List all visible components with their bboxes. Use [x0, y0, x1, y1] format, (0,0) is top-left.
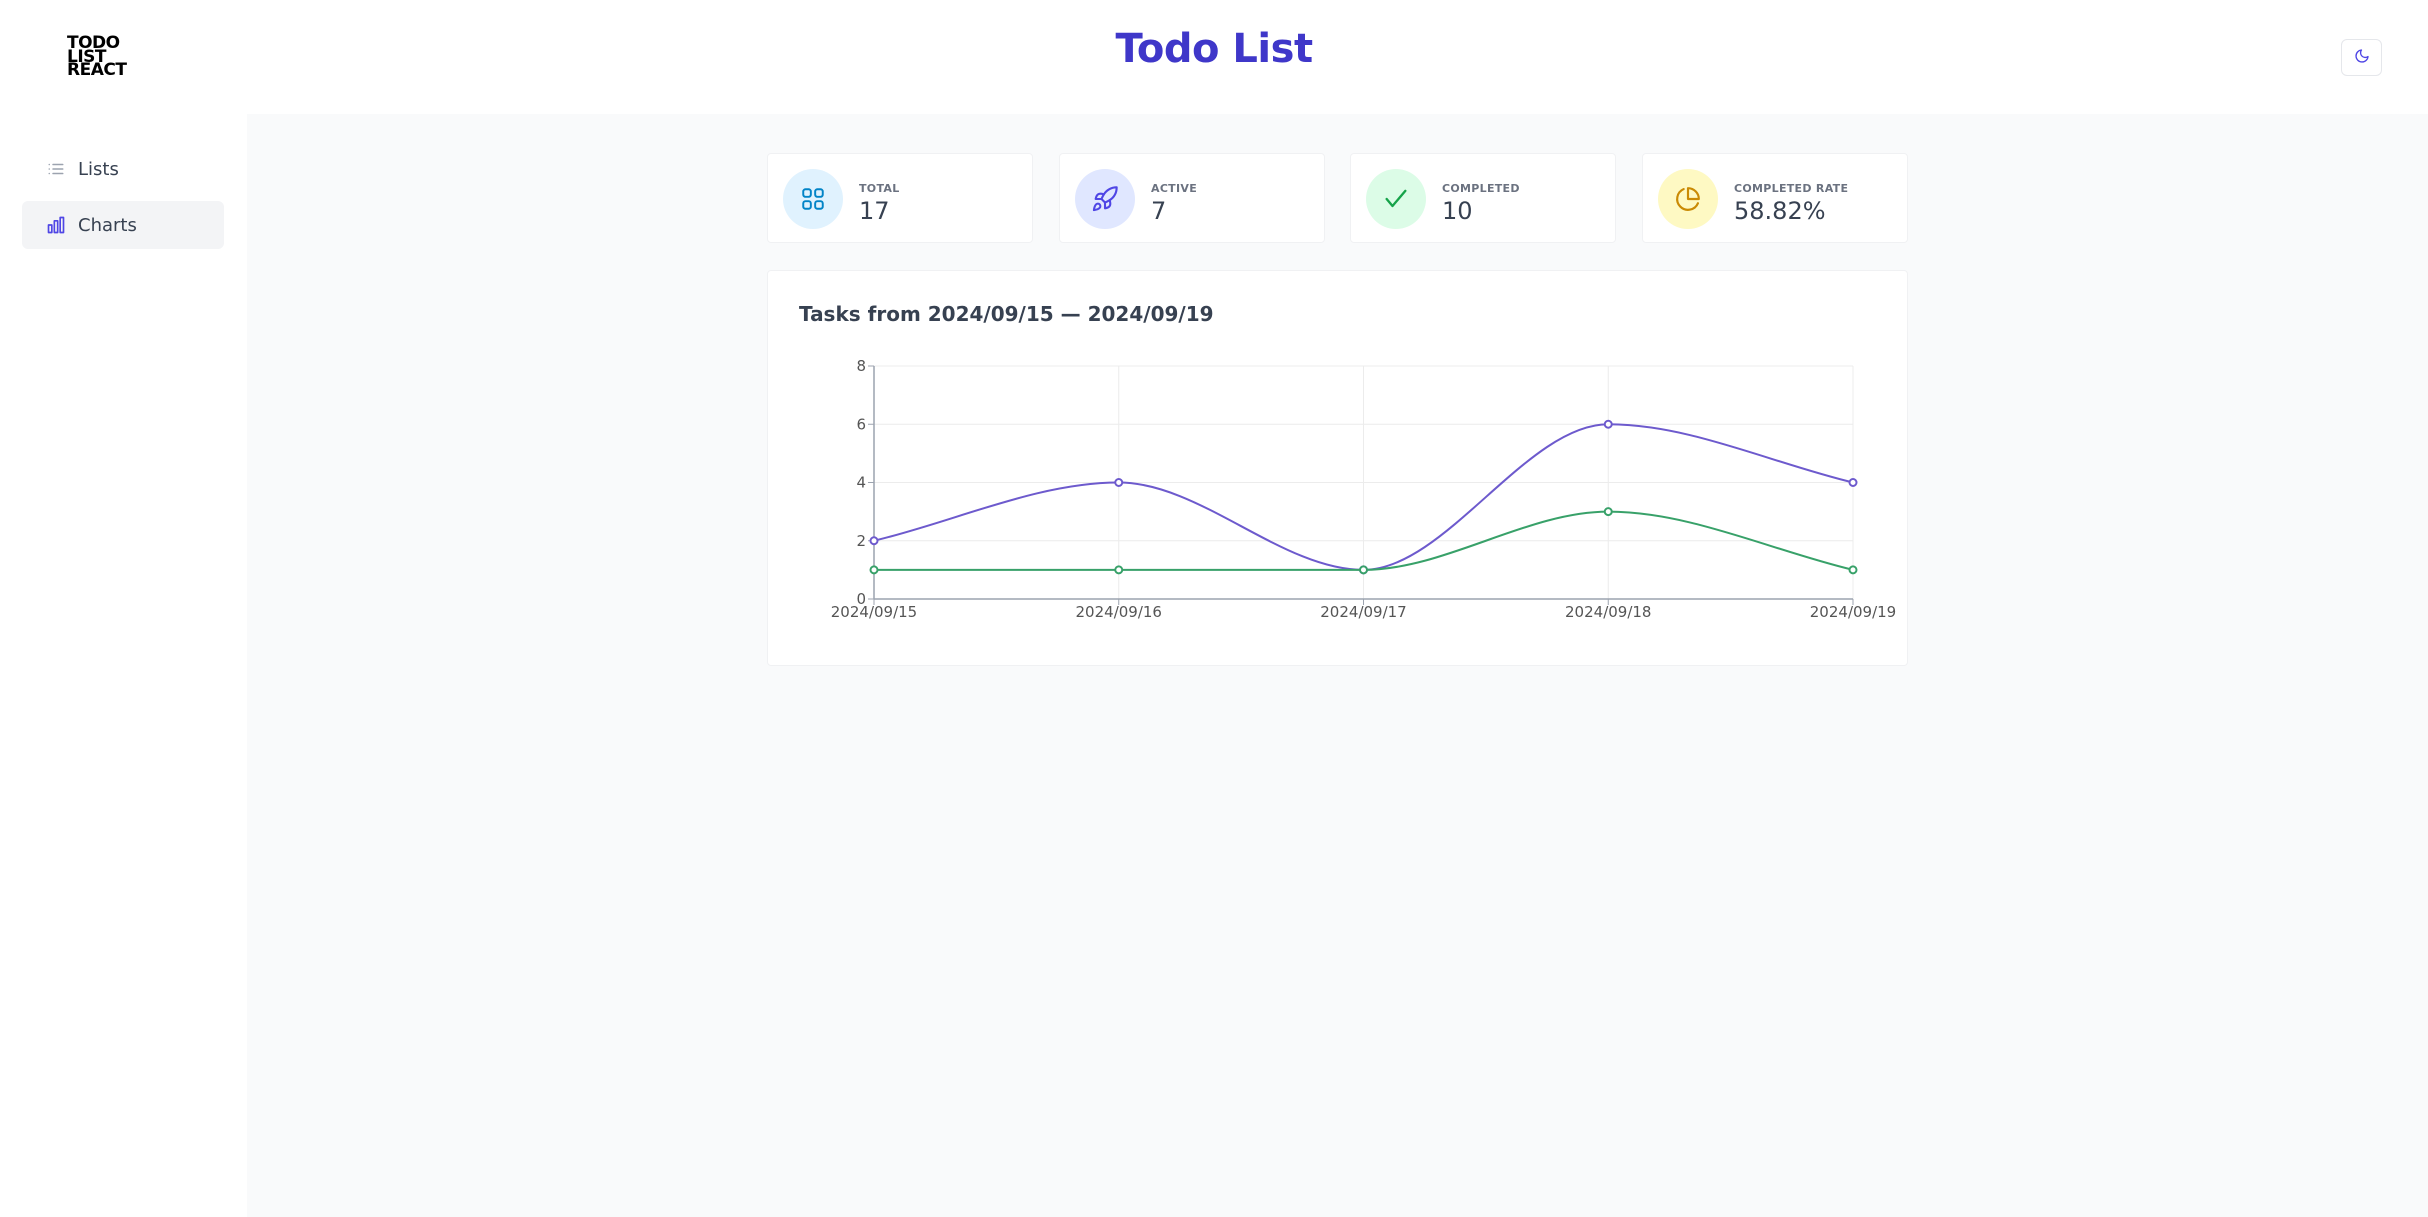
stat-label: COMPLETED RATE — [1734, 182, 1849, 195]
list-icon — [46, 159, 66, 179]
page-title: Todo List — [1115, 26, 1313, 72]
y-tick-label: 2 — [856, 532, 866, 550]
series-2-point — [1848, 565, 1858, 575]
stat-card-total: TOTAL 17 — [767, 153, 1033, 243]
series-2-point — [869, 565, 879, 575]
series-2-point — [1114, 565, 1124, 575]
tasks-line-chart: 024682024/09/15 2024/09/16 2024/09/17 2024/… — [831, 357, 1896, 621]
x-tick-label: 2024/09/15 — [831, 603, 917, 621]
stat-value: 7 — [1151, 197, 1167, 225]
grid-icon — [783, 169, 843, 229]
y-tick-label: 4 — [856, 474, 866, 492]
sidebar-item-charts[interactable]: Charts — [22, 201, 224, 249]
series-2-point — [1603, 507, 1613, 517]
rocket-icon — [1075, 169, 1135, 229]
stat-card-active: ACTIVE 7 — [1059, 153, 1325, 243]
y-tick-label: 6 — [856, 415, 866, 433]
moon-icon — [2354, 48, 2370, 68]
theme-toggle-button[interactable] — [2341, 39, 2382, 76]
chart-card: Tasks from 2024/09/15 — 2024/09/19 02468… — [767, 270, 1908, 666]
series-1-point — [1848, 478, 1858, 487]
sidebar-item-lists[interactable]: Lists — [22, 145, 224, 193]
x-tick-label: 2024/09/16 — [1076, 603, 1162, 621]
stat-label: COMPLETED — [1442, 182, 1520, 195]
x-tick-label: 2024/09/19 — [1810, 603, 1896, 621]
x-tick-label: 2024/09/18 — [1565, 603, 1651, 621]
y-tick-label: 8 — [856, 357, 866, 375]
stat-card-completed-rate: COMPLETED RATE 58.82% — [1642, 153, 1908, 243]
series-1-point — [1114, 478, 1124, 487]
stat-label: TOTAL — [859, 182, 900, 195]
x-tick-label: 2024/09/17 — [1320, 603, 1406, 621]
series-1-point — [1603, 419, 1613, 429]
sidebar-item-label: Charts — [78, 214, 137, 236]
stat-value: 10 — [1442, 197, 1473, 225]
stat-value: 58.82% — [1734, 197, 1826, 225]
series-1-point — [869, 536, 879, 546]
check-icon — [1366, 169, 1426, 229]
sidebar-item-label: Lists — [78, 158, 119, 180]
stat-card-completed: COMPLETED 10 — [1350, 153, 1616, 243]
stat-value: 17 — [859, 197, 890, 225]
sidebar: Lists Charts — [0, 114, 247, 1217]
app-header: TODO LIST REACT Todo List — [0, 0, 2428, 114]
bar-chart-icon — [46, 215, 66, 235]
series-2-point — [1359, 565, 1368, 575]
main-content: TOTAL 17 ACTIVE 7 COMPLETED 10 COMPLETED… — [247, 114, 2428, 1217]
pie-icon — [1658, 169, 1718, 229]
stat-label: ACTIVE — [1151, 182, 1198, 195]
